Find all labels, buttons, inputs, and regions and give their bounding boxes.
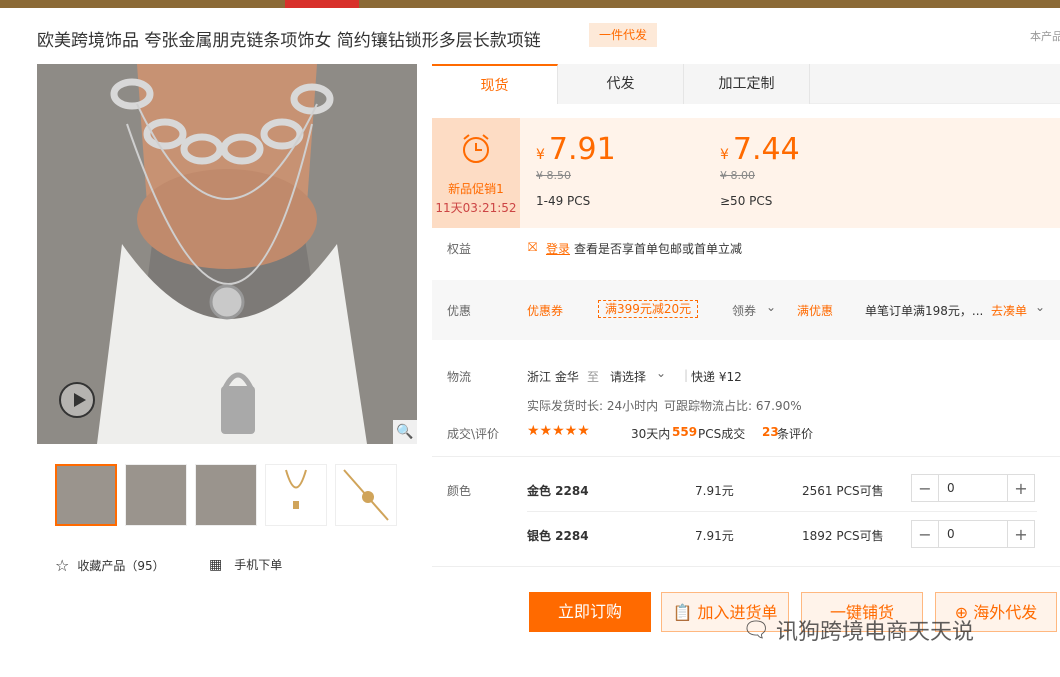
review-row: 成交\评价 ★★★★★ 30天内 559 PCS成交 23 条评价 bbox=[432, 423, 1060, 445]
gift-icon: ⛝ bbox=[528, 240, 538, 254]
favorite-product[interactable]: ☆ 收藏产品（95） bbox=[55, 556, 165, 575]
price-tier-1: ¥7.91 ¥ 8.50 1-49 PCS bbox=[536, 132, 696, 208]
benefit-row: 权益 ⛝ 登录 查看是否享首单包邮或首单立减 bbox=[432, 240, 1060, 260]
full-off-label: 满优惠 bbox=[797, 304, 834, 318]
rating-stars: ★★★★★ bbox=[527, 423, 590, 439]
price-tier-2: ¥7.44 ¥ 8.00 ≥50 PCS bbox=[720, 132, 880, 208]
get-coupon[interactable]: 领券 bbox=[732, 302, 756, 319]
plus-button[interactable]: + bbox=[1008, 475, 1034, 501]
divider bbox=[432, 456, 1060, 457]
sku-price: 7.91元 bbox=[695, 529, 734, 543]
wechat-icon: 🗨 bbox=[742, 617, 770, 643]
coupon-value[interactable]: 满399元减20元 bbox=[598, 300, 699, 318]
track-rate: 可跟踪物流占比: 67.90% bbox=[664, 399, 802, 413]
sku-name: 金色 2284 bbox=[527, 484, 589, 498]
watermark: 🗨 讯狗跨境电商天天说 bbox=[742, 614, 974, 646]
review-label: 成交\评价 bbox=[447, 427, 500, 441]
sku-price: 7.91元 bbox=[695, 484, 734, 498]
ship-time: 实际发货时长: 24小时内 bbox=[527, 399, 659, 413]
thumbnail-3[interactable] bbox=[195, 464, 257, 526]
alarm-clock-icon bbox=[463, 134, 489, 163]
tier-price: 7.91 bbox=[548, 132, 616, 167]
go-bundle-link[interactable]: 去凑单 bbox=[991, 302, 1027, 319]
days-label: 30天内 bbox=[631, 427, 671, 441]
promo-countdown: 11天03:21:52 bbox=[435, 201, 517, 215]
purchase-tabs: 现货 代发 加工定制 bbox=[432, 64, 1060, 104]
favorite-label: 收藏产品（95） bbox=[77, 559, 165, 573]
benefit-label: 权益 bbox=[447, 242, 472, 256]
sku-name: 银色 2284 bbox=[527, 529, 589, 543]
logistics-label: 物流 bbox=[447, 370, 472, 384]
chevron-down-icon[interactable]: ⌄ bbox=[766, 300, 776, 314]
tab-in-stock[interactable]: 现货 bbox=[432, 64, 558, 104]
quantity-input[interactable]: 0 bbox=[938, 475, 1008, 501]
product-title: 欧美跨境饰品 夸张金属朋克链条项饰女 简约镶钻锁形多层长款项链 bbox=[37, 31, 541, 51]
nav-badge bbox=[285, 0, 359, 8]
color-label: 颜色 bbox=[447, 484, 472, 498]
thumbnail-1[interactable] bbox=[55, 464, 117, 526]
tier-quantity: 1-49 PCS bbox=[536, 194, 591, 208]
quantity-stepper: − 0 + bbox=[911, 520, 1035, 548]
clipboard-icon: 📋 bbox=[672, 603, 693, 622]
thumbnail-5[interactable] bbox=[335, 464, 397, 526]
mobile-order[interactable]: ▦ 手机下单 bbox=[209, 556, 282, 573]
discount-label: 优惠 bbox=[447, 304, 472, 318]
zoom-icon[interactable]: 🔍 bbox=[393, 420, 417, 444]
sold-unit: PCS成交 bbox=[698, 427, 746, 441]
benefit-text: 查看是否享首单包邮或首单立减 bbox=[574, 242, 743, 256]
price-panel: 新品促销1 11天03:21:52 ¥7.91 ¥ 8.50 1-49 PCS … bbox=[432, 118, 1060, 228]
tab-dropship[interactable]: 代发 bbox=[558, 64, 684, 104]
thumbnail-strip bbox=[55, 464, 397, 526]
discount-row: 优惠 优惠券 满399元减20元 领券 ⌄ 满优惠 单笔订单满198元，... … bbox=[432, 280, 1060, 340]
right-note: 本产品 bbox=[1030, 30, 1060, 43]
tier-price: 7.44 bbox=[732, 132, 800, 167]
tab-custom[interactable]: 加工定制 bbox=[684, 64, 810, 104]
full-off-desc: 单笔订单满198元，... bbox=[865, 304, 984, 318]
promo-label: 新品促销1 bbox=[448, 182, 504, 196]
login-link[interactable]: 登录 bbox=[546, 240, 570, 257]
qrcode-icon: ▦ bbox=[209, 556, 223, 573]
quantity-input[interactable]: 0 bbox=[938, 521, 1008, 547]
to-label: 至 bbox=[587, 370, 600, 384]
logistics-row: 物流 浙江 金华 至 请选择 ⌄ | 快递 ¥12 实际发货时长: 24小时内 … bbox=[447, 366, 802, 413]
overseas-label: 海外代发 bbox=[973, 603, 1038, 622]
currency-symbol: ¥ bbox=[720, 147, 729, 163]
minus-button[interactable]: − bbox=[912, 475, 938, 501]
top-nav-bar bbox=[0, 0, 1060, 8]
thumbnail-4[interactable] bbox=[265, 464, 327, 526]
necklace-photo bbox=[37, 64, 417, 444]
product-main-image[interactable]: 🔍 bbox=[37, 64, 417, 444]
order-now-button[interactable]: 立即订购 bbox=[529, 592, 651, 632]
sold-count: 559 bbox=[672, 425, 698, 439]
divider bbox=[432, 566, 1060, 567]
dropship-tag: 一件代发 bbox=[589, 23, 658, 47]
tier-quantity: ≥50 PCS bbox=[720, 194, 773, 208]
express-fee: 快递 ¥12 bbox=[691, 370, 742, 384]
play-video-button[interactable] bbox=[59, 382, 95, 418]
chevron-down-icon[interactable]: ⌄ bbox=[656, 366, 666, 380]
sku-stock: 2561 PCS可售 bbox=[802, 484, 884, 498]
chevron-down-icon[interactable]: ⌄ bbox=[1035, 300, 1045, 314]
minus-button[interactable]: − bbox=[912, 521, 938, 547]
plus-button[interactable]: + bbox=[1008, 521, 1034, 547]
mobile-order-label: 手机下单 bbox=[234, 558, 283, 572]
coupon-label: 优惠券 bbox=[527, 304, 564, 318]
thumbnail-2[interactable] bbox=[125, 464, 187, 526]
quantity-stepper: − 0 + bbox=[911, 474, 1035, 502]
tier-original-price: ¥ 8.00 bbox=[720, 169, 755, 182]
tier-original-price: ¥ 8.50 bbox=[536, 169, 571, 182]
color-sku-section: 颜色 金色 2284 7.91元 2561 PCS可售 − 0 + 银色 228… bbox=[432, 474, 1060, 554]
review-unit[interactable]: 条评价 bbox=[777, 425, 813, 442]
sku-stock: 1892 PCS可售 bbox=[802, 529, 884, 543]
promo-block: 新品促销1 11天03:21:52 bbox=[432, 118, 520, 228]
destination-select[interactable]: 请选择 bbox=[610, 368, 646, 385]
origin-city: 浙江 金华 bbox=[527, 370, 579, 384]
watermark-text: 讯狗跨境电商天天说 bbox=[775, 620, 974, 645]
currency-symbol: ¥ bbox=[536, 147, 545, 163]
star-outline-icon: ☆ bbox=[55, 556, 70, 575]
